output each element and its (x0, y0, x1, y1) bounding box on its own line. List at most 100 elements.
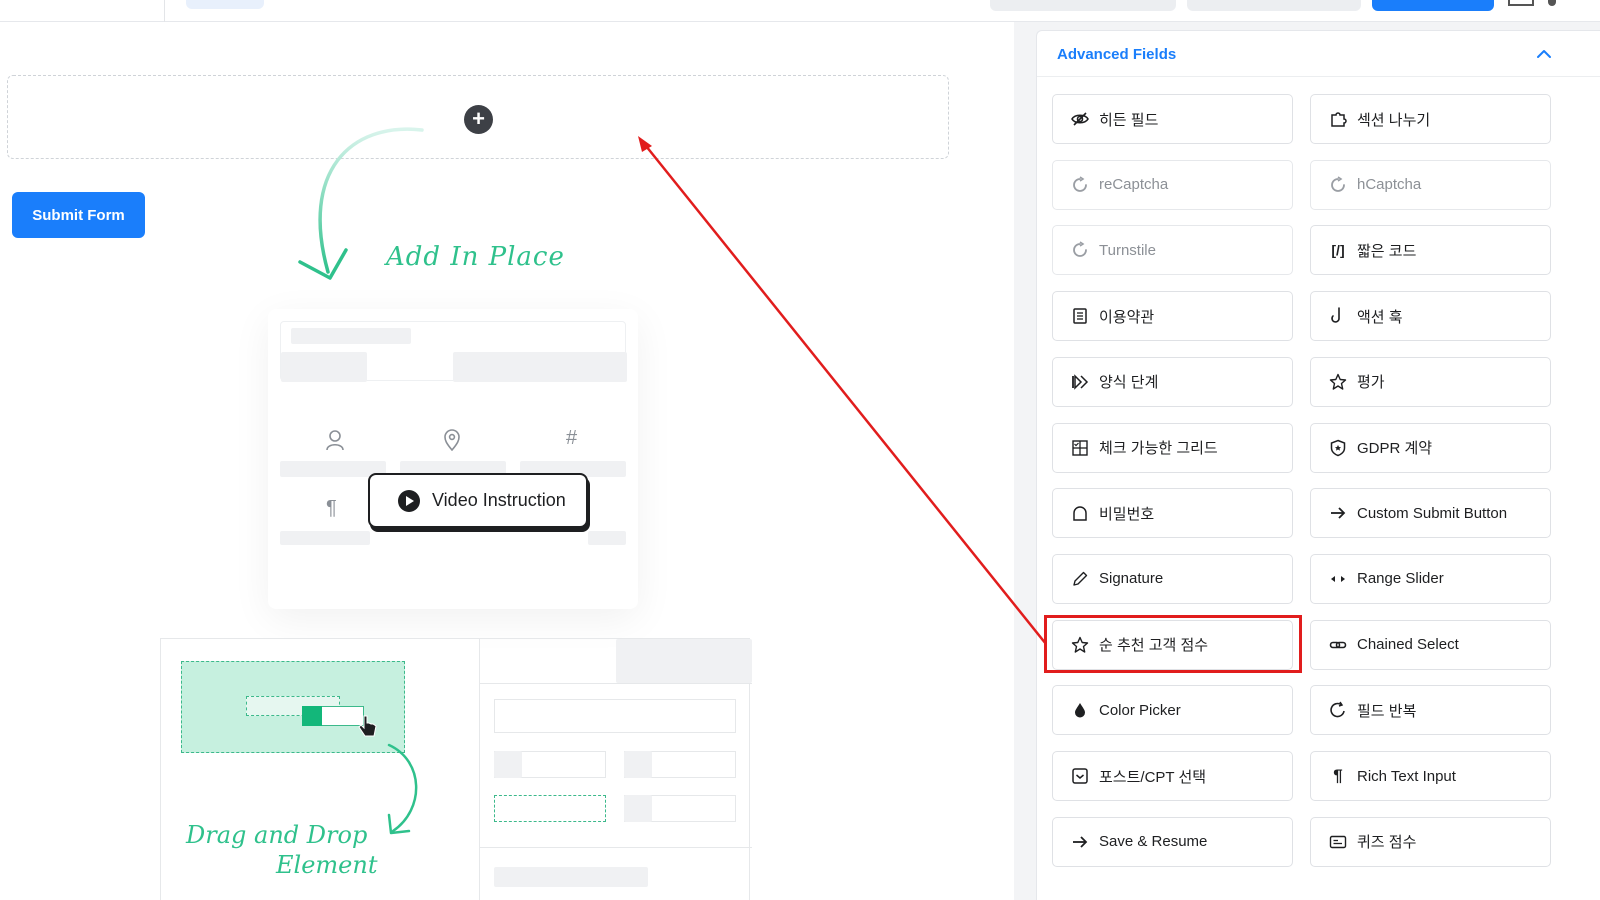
user-icon (326, 430, 344, 451)
field-label: 평가 (1357, 374, 1385, 392)
pen-icon (1071, 570, 1089, 588)
field-label: Turnstile (1099, 241, 1156, 259)
field-button-item-12[interactable]: 비밀번호 (1052, 488, 1293, 539)
submit-form-button[interactable]: Submit Form (12, 192, 145, 238)
field-label: Custom Submit Button (1357, 504, 1508, 522)
chevron-up-icon[interactable] (1533, 43, 1555, 65)
star-icon (1329, 373, 1347, 391)
panel-title: Advanced Fields (1057, 46, 1177, 63)
field-button-color-picker[interactable]: Color Picker (1052, 685, 1293, 736)
field-label: Color Picker (1099, 701, 1181, 719)
fullscreen-icon[interactable] (1508, 0, 1534, 6)
lock-icon (1071, 504, 1089, 522)
top-toolbar (0, 0, 1600, 22)
video-instruction-button[interactable]: Video Instruction (368, 473, 588, 528)
illustration-card: # ¶ (268, 309, 638, 609)
illustration-drop-target (181, 661, 405, 753)
post-icon (1071, 767, 1089, 785)
paragraph-icon: ¶ (1333, 766, 1343, 785)
document-icon (1071, 307, 1089, 325)
field-label: 체크 가능한 그리드 (1099, 440, 1218, 457)
quiz-icon (1329, 833, 1347, 851)
field-label: Rich Text Input (1357, 767, 1456, 785)
repeat-icon (1329, 701, 1347, 719)
location-icon (444, 429, 460, 451)
toolbar-tab[interactable] (186, 0, 264, 9)
field-label: 포스트/CPT 선택 (1099, 768, 1207, 786)
steps-icon (1071, 373, 1089, 391)
drag-drop-line1: Drag and Drop (186, 821, 368, 849)
field-button-item-6[interactable]: 이용약관 (1052, 291, 1293, 342)
field-label: 비밀번호 (1099, 505, 1155, 523)
shortcode-icon: [/] (1331, 242, 1345, 259)
field-button-item-9[interactable]: 평가 (1310, 356, 1551, 407)
field-button-item-1[interactable]: 섹션 나누기 (1310, 94, 1551, 144)
arrow-right-icon (1329, 504, 1347, 522)
form-canvas: + Submit Form Add In Place # ¶ Video Ins… (0, 22, 1014, 900)
field-button-custom-submit-button[interactable]: Custom Submit Button (1310, 488, 1551, 539)
field-button-gdpr[interactable]: GDPR 계약 (1310, 422, 1551, 473)
field-button-item-0[interactable]: 히든 필드 (1052, 94, 1293, 144)
field-label: Save & Resume (1099, 833, 1208, 851)
video-instruction-label: Video Instruction (432, 490, 566, 510)
curved-arrow-icon (387, 743, 418, 835)
link-icon (1329, 636, 1347, 654)
arrow-right-icon (1071, 833, 1089, 851)
field-button-recaptcha[interactable]: reCaptcha (1052, 159, 1293, 210)
field-button-signature[interactable]: Signature (1052, 553, 1293, 604)
field-label: hCaptcha (1357, 176, 1422, 194)
field-button-hcaptcha[interactable]: hCaptcha (1310, 159, 1551, 210)
save-form-button[interactable] (1372, 0, 1494, 11)
field-button-rich-text-input[interactable]: ¶ Rich Text Input (1310, 751, 1551, 801)
field-button-item-23[interactable]: 퀴즈 점수 (1310, 816, 1551, 867)
field-label: Signature (1099, 570, 1164, 588)
field-label: 섹션 나누기 (1357, 111, 1431, 129)
field-label: 순 추천 고객 점수 (1099, 637, 1209, 655)
field-button-item-19[interactable]: 필드 반복 (1310, 685, 1551, 736)
field-label: 퀴즈 점수 (1357, 834, 1417, 852)
field-button-item-7[interactable]: 액션 훅 (1310, 291, 1551, 342)
field-label: 짧은 코드 (1357, 242, 1417, 260)
hand-cursor-icon (358, 715, 377, 737)
field-label: GDPR 계약 (1357, 440, 1433, 457)
illustration-header (280, 321, 627, 382)
add-field-icon[interactable]: + (464, 105, 493, 134)
field-label: 필드 반복 (1357, 702, 1417, 720)
field-button-chained-select[interactable]: Chained Select (1310, 619, 1551, 670)
field-label: 액션 훅 (1357, 308, 1403, 326)
fields-sidebar: Advanced Fields 히든 필드 섹션 나누기 reCaptcha hCap… (1014, 22, 1600, 900)
grid-icon (1071, 439, 1089, 457)
puzzle-icon (1329, 110, 1347, 128)
toolbar-button[interactable] (990, 0, 1176, 11)
field-button-item-10[interactable]: 체크 가능한 그리드 (1052, 422, 1293, 473)
field-label: 이용약관 (1099, 308, 1155, 326)
field-button-item-16[interactable]: 순 추천 고객 점수 (1052, 619, 1293, 670)
field-label: Range Slider (1357, 570, 1444, 588)
drop-icon (1071, 701, 1089, 719)
field-button-item-8[interactable]: 양식 단계 (1052, 356, 1293, 407)
field-button-range-slider[interactable]: Range Slider (1310, 553, 1551, 604)
hash-icon: # (566, 427, 578, 449)
hook-icon (1329, 307, 1347, 325)
drag-drop-line2: Element (276, 851, 378, 879)
captcha-icon (1329, 176, 1347, 194)
field-label: 양식 단계 (1099, 374, 1159, 392)
field-button-turnstile[interactable]: Turnstile (1052, 225, 1293, 276)
eye-hidden-icon (1071, 110, 1089, 128)
illustration-right (479, 639, 752, 900)
field-button-cpt[interactable]: 포스트/CPT 선택 (1052, 751, 1293, 801)
field-button-item-5[interactable]: [/] 짧은 코드 (1310, 225, 1551, 276)
toolbar-button[interactable] (1187, 0, 1361, 11)
star-icon (1071, 636, 1089, 654)
drop-zone[interactable]: + (7, 75, 949, 159)
field-label: 히든 필드 (1099, 111, 1159, 129)
shield-icon (1329, 439, 1347, 457)
menu-icon[interactable] (1548, 0, 1556, 6)
captcha-icon (1071, 241, 1089, 259)
field-label: Chained Select (1357, 636, 1459, 654)
play-icon (398, 489, 420, 512)
add-in-place-label: Add In Place (386, 242, 565, 272)
panel-header[interactable]: Advanced Fields (1037, 31, 1600, 77)
field-button-save-resume[interactable]: Save & Resume (1052, 816, 1293, 867)
drag-drop-label: Drag and Drop Element (186, 820, 377, 880)
